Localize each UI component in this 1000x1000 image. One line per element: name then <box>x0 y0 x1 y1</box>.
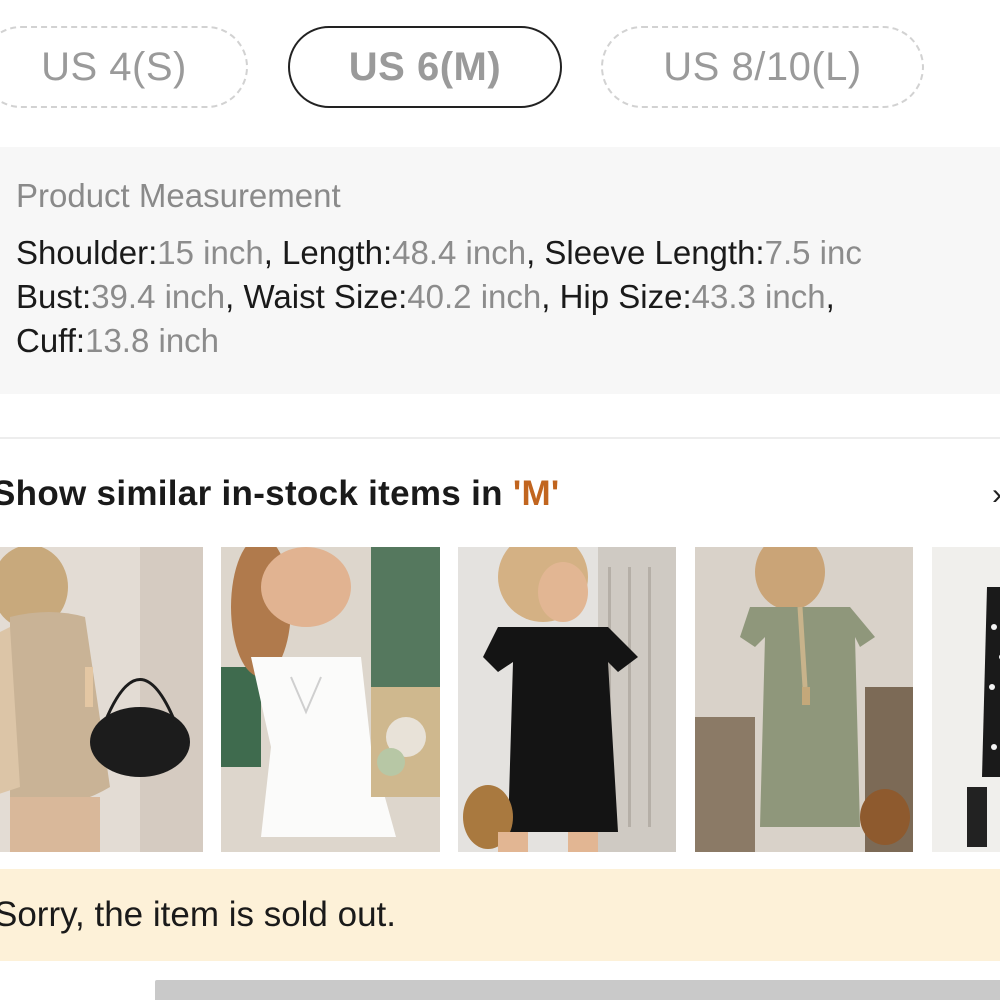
size-chip-s[interactable]: US 4(S) <box>0 26 248 108</box>
hip-key: Hip Size: <box>559 278 692 315</box>
shoulder-value: 15 inch <box>157 234 264 271</box>
sleeve-length-value: 7.5 inc <box>764 234 862 271</box>
length-value: 48.4 inch <box>392 234 527 271</box>
section-divider <box>0 394 1000 439</box>
bust-key: Bust: <box>16 278 92 315</box>
similar-items-heading: Show similar in-stock items in 'M' <box>0 474 560 514</box>
size-chip-l[interactable]: US 8/10(L) <box>601 26 924 108</box>
sleeve-length-key: Sleeve Length: <box>544 234 765 271</box>
product-thumbnail[interactable] <box>458 547 676 852</box>
product-thumbnail[interactable] <box>695 547 913 852</box>
measurement-line-3: Cuff:13.8 inch <box>16 319 1000 363</box>
cuff-key: Cuff: <box>16 322 86 359</box>
similar-items-carousel <box>0 547 1000 852</box>
sold-out-text: Sorry, the item is sold out. <box>0 895 397 934</box>
chevron-right-icon[interactable]: › <box>992 478 1000 512</box>
bust-value: 39.4 inch <box>91 278 226 315</box>
product-measurement-panel: Product Measurement Shoulder:15 inch, Le… <box>0 147 1000 394</box>
measurement-line-1: Shoulder:15 inch, Length:48.4 inch, Slee… <box>16 234 862 271</box>
product-thumbnail[interactable] <box>221 547 440 852</box>
hip-value: 43.3 inch <box>691 278 826 315</box>
size-chip-m-selected[interactable]: US 6(M) <box>288 26 562 108</box>
bottom-action-bar[interactable] <box>155 980 1000 1000</box>
beige-dress-image <box>0 547 203 852</box>
product-thumbnail[interactable] <box>932 547 1000 852</box>
black-dress-image <box>458 547 676 852</box>
size-selector: US 4(S) US 6(M) US 8/10(L) <box>0 0 1000 135</box>
measurement-line-2: Bust:39.4 inch, Waist Size:40.2 inch, Hi… <box>16 278 835 315</box>
product-thumbnail[interactable] <box>0 547 203 852</box>
waist-value: 40.2 inch <box>407 278 542 315</box>
cuff-value: 13.8 inch <box>85 322 220 359</box>
measurement-title: Product Measurement <box>16 177 341 214</box>
waist-key: Waist Size: <box>243 278 408 315</box>
similar-items-size: 'M' <box>512 474 560 513</box>
length-key: Length: <box>282 234 393 271</box>
similar-items-prefix: Show similar in-stock items in <box>0 474 513 513</box>
white-dress-image <box>221 547 440 852</box>
sold-out-banner: Sorry, the item is sold out. <box>0 869 1000 961</box>
polka-dress-image <box>932 547 1000 852</box>
shoulder-key: Shoulder: <box>16 234 158 271</box>
olive-dress-image <box>695 547 913 852</box>
